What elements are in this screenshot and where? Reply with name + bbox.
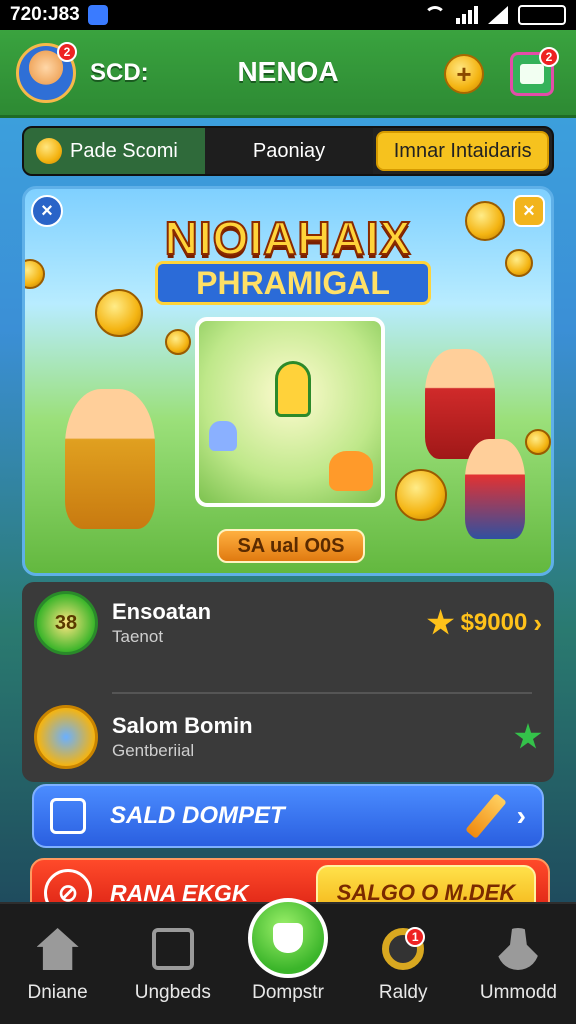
nav-label: Ungbeds <box>134 982 211 1003</box>
money-icon: 38 <box>34 591 98 655</box>
star-icon <box>514 723 542 749</box>
left-character <box>65 389 155 529</box>
person-icon <box>497 928 540 970</box>
nav-label: Ummodd <box>479 982 557 1003</box>
page-title: NENOA <box>237 56 339 87</box>
nav-badge: 1 <box>405 927 426 947</box>
row-subtitle: Taenot <box>112 627 164 646</box>
status-time: 720:J83 <box>10 4 80 25</box>
coin-icon <box>395 469 447 521</box>
tab-label: Paoniay <box>252 139 326 162</box>
row-title: Salom Bomin <box>112 713 253 738</box>
coin-icon <box>525 429 551 455</box>
row-value: $9000 <box>460 609 528 636</box>
home-icon <box>36 928 79 970</box>
coin-icon <box>505 249 533 277</box>
nav-label: Dompstr <box>252 982 324 1003</box>
menu-button[interactable]: 2 <box>510 47 559 96</box>
game-preview-card <box>195 317 385 507</box>
signal-icon <box>456 6 478 24</box>
status-bar: 720:J83 <box>0 0 576 30</box>
kid-character <box>465 439 525 539</box>
list-item[interactable]: 38 Ensoatan Taenot $9000 › <box>34 588 542 658</box>
nav-item-dompstr[interactable]: Dompstr <box>230 898 345 1024</box>
tab-imnar-intaidaris[interactable]: Imnar Intaidaris <box>376 131 550 171</box>
row-subtitle: Gentberiial <box>112 741 195 760</box>
tab-label: Pade Scomi <box>70 139 178 162</box>
banner-button[interactable]: SA ual O0S <box>217 529 365 563</box>
bottom-nav: Dniane Ungbeds Dompstr 1 Raldy Ummodd <box>0 898 576 1024</box>
coins-icon <box>34 705 98 769</box>
avatar[interactable]: 2 <box>16 41 77 103</box>
battery-icon <box>518 5 566 25</box>
nav-item-ummodd[interactable]: Ummodd <box>461 904 576 1024</box>
tab-label: Imnar Intaidaris <box>393 139 532 162</box>
nav-label: Dniane <box>27 982 88 1003</box>
nav-item-raldy[interactable]: 1 Raldy <box>346 904 461 1024</box>
info-panel: 38 Ensoatan Taenot $9000 › Salom Bomin G… <box>22 582 554 782</box>
nav-item-ungbeds[interactable]: Ungbeds <box>115 904 230 1024</box>
star-icon <box>427 609 455 635</box>
button-label: SALD DOMPET <box>110 802 285 829</box>
edit-icon <box>50 798 86 834</box>
score-label: SCD: <box>90 58 149 86</box>
banner-subtitle: PHRAMIGAL <box>155 261 431 305</box>
chart-icon <box>520 64 544 84</box>
coin-icon <box>165 329 191 355</box>
promo-banner[interactable]: × × NIOIAHAIX PHRAMIGAL SA ual O0S <box>22 186 554 576</box>
clipboard-icon <box>151 928 194 970</box>
chevron-right-icon: › <box>533 607 542 638</box>
coin-icon <box>465 201 505 241</box>
tab-bar: Pade Scomi Paoniay Imnar Intaidaris <box>22 126 554 176</box>
tab-pade-scomi[interactable]: Pade Scomi <box>24 128 205 174</box>
nav-item-home[interactable]: Dniane <box>0 904 115 1024</box>
pet-character <box>209 421 237 451</box>
tab-paoniay[interactable]: Paoniay <box>204 128 374 174</box>
top-header: 2 SCD: NENOA + 2 <box>0 30 576 118</box>
wifi-icon <box>424 6 446 24</box>
row-title: Ensoatan <box>112 599 212 624</box>
app-notification-icon <box>87 5 108 25</box>
add-coin-button[interactable]: + <box>444 54 484 94</box>
coin-icon <box>95 289 143 337</box>
pencil-icon <box>464 793 507 839</box>
coin-icon <box>25 259 45 289</box>
chevron-right-icon: › <box>516 800 526 831</box>
nav-label: Raldy <box>378 982 428 1003</box>
ring-icon: 1 <box>382 927 426 970</box>
pet-character <box>329 451 373 491</box>
wallet-icon[interactable] <box>248 898 328 978</box>
avatar-badge: 2 <box>57 41 77 62</box>
menu-badge: 2 <box>539 47 559 67</box>
list-item[interactable]: Salom Bomin Gentberiial <box>34 702 542 772</box>
sald-dompet-button[interactable]: SALD DOMPET › <box>32 784 544 848</box>
divider <box>112 692 532 694</box>
cellular-icon <box>488 6 508 24</box>
coin-icon <box>36 138 62 164</box>
hero-character <box>275 361 311 417</box>
app-screen: 2 SCD: NENOA + 2 Pade Scomi Paoniay Imna… <box>0 30 576 928</box>
